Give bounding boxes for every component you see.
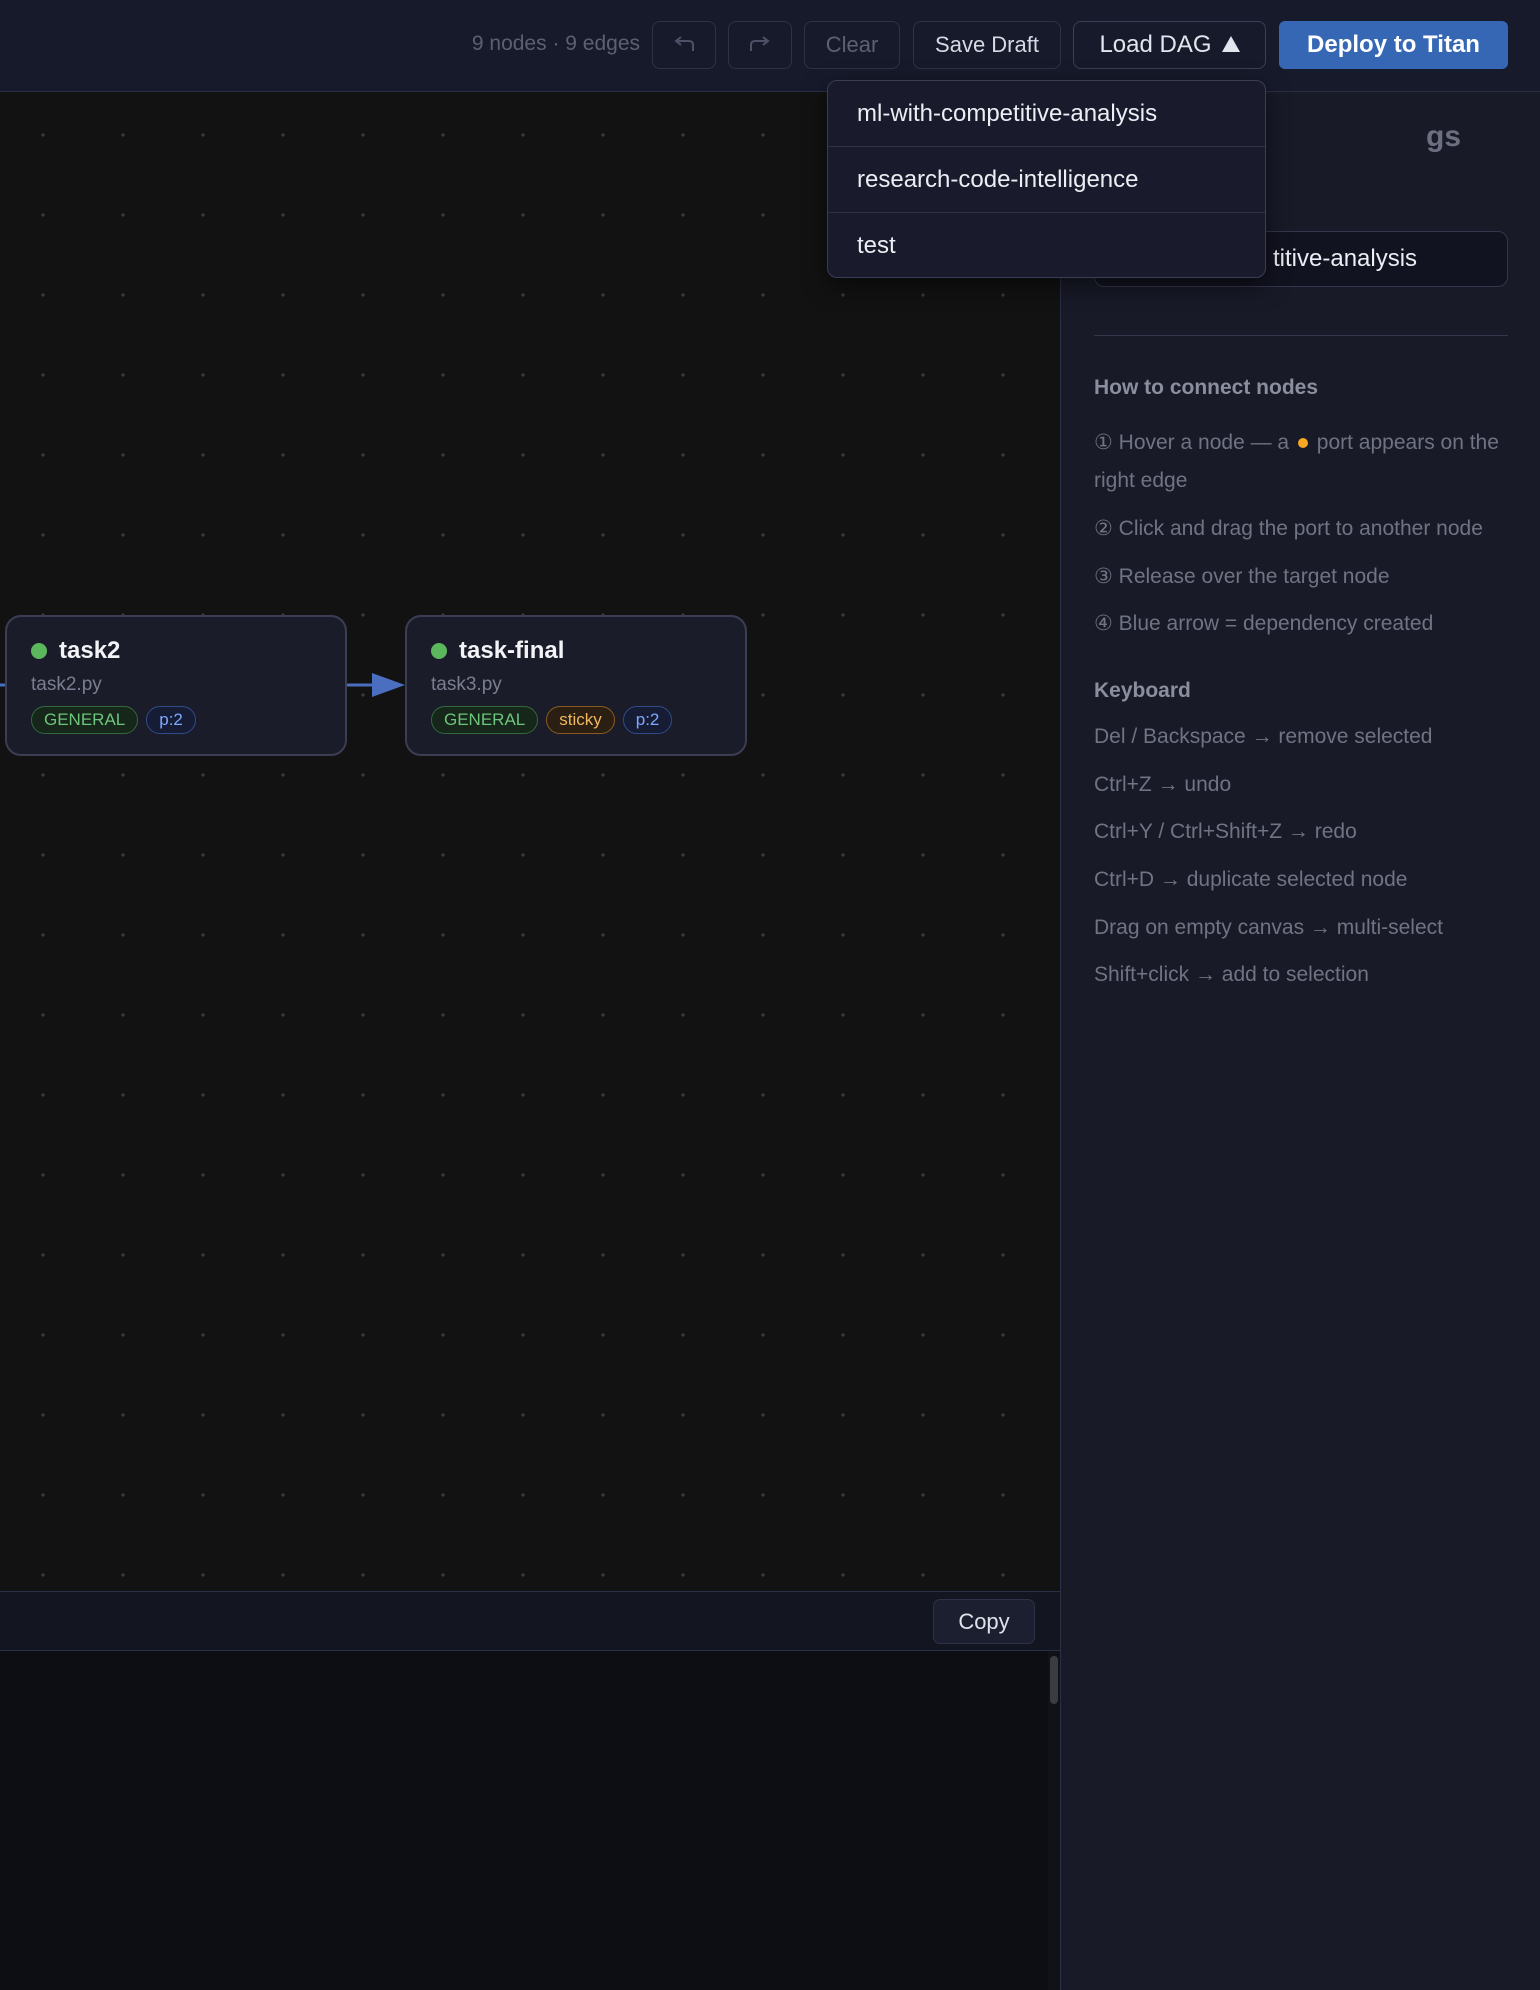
connect-help-title: How to connect nodes — [1094, 376, 1319, 399]
tag-priority: p:2 — [146, 706, 196, 734]
shortcut-item: Del / Backspace → remove selected — [1094, 725, 1433, 748]
load-dag-menu: ml-with-competitive-analysis research-co… — [827, 80, 1266, 278]
scrollbar-thumb[interactable] — [1050, 1656, 1058, 1704]
node-title: task-final — [459, 637, 565, 664]
node-file: task3.py — [431, 674, 502, 695]
deploy-button[interactable]: Deploy to Titan — [1279, 21, 1508, 69]
tag-priority: p:2 — [622, 706, 673, 734]
dag-node-task2[interactable]: task2 task2.py GENERAL p:2 — [5, 615, 347, 756]
node-tags: GENERAL sticky p:2 — [431, 706, 673, 734]
dag-canvas[interactable]: task2 task2.py GENERAL p:2 task-final ta… — [0, 92, 1060, 1591]
edge-arrowhead-icon — [372, 673, 405, 697]
tag-sticky: sticky — [546, 706, 615, 734]
node-tags: GENERAL p:2 — [31, 706, 196, 734]
shortcut-item: Ctrl+D → duplicate selected node — [1094, 868, 1408, 891]
divider — [1094, 335, 1508, 336]
output-panel-header: Copy — [0, 1591, 1060, 1651]
node-file: task2.py — [31, 674, 102, 695]
menu-item-dag[interactable]: ml-with-competitive-analysis — [828, 81, 1265, 147]
connect-step-4: ④ Blue arrow = dependency created — [1094, 612, 1434, 635]
tag-general: GENERAL — [31, 706, 139, 734]
copy-button[interactable]: Copy — [933, 1599, 1035, 1644]
edge-layer — [0, 673, 405, 697]
connect-step-1: ① Hover a node — a port appears on the r… — [1094, 424, 1514, 500]
tag-general: GENERAL — [431, 706, 539, 734]
node-title: task2 — [59, 637, 121, 664]
menu-item-dag[interactable]: test — [828, 213, 1265, 277]
redo-button[interactable] — [728, 21, 792, 69]
connect-step-2: ② Click and drag the port to another nod… — [1094, 517, 1483, 540]
shortcut-item: Ctrl+Y / Ctrl+Shift+Z → redo — [1094, 820, 1357, 843]
shortcut-item: Drag on empty canvas → multi-select — [1094, 916, 1443, 939]
shortcut-item: Shift+click → add to selection — [1094, 963, 1369, 986]
redo-icon — [750, 36, 770, 51]
load-dag-button[interactable]: Load DAG — [1073, 21, 1266, 69]
undo-icon — [674, 36, 694, 51]
top-toolbar: 9 nodes · 9 edges Clear Save Draft Load … — [0, 0, 1540, 92]
output-code-area[interactable] — [0, 1651, 1060, 1990]
connect-step-1-prefix: ① Hover a node — a — [1094, 431, 1290, 454]
settings-sidebar: gs titive-analysis How to connect nodes … — [1060, 92, 1540, 1990]
save-draft-button[interactable]: Save Draft — [913, 21, 1061, 69]
menu-item-dag[interactable]: research-code-intelligence — [828, 147, 1265, 213]
caret-up-icon — [1221, 36, 1240, 52]
status-dot-icon — [431, 643, 447, 659]
connect-step-3: ③ Release over the target node — [1094, 565, 1390, 588]
port-dot-icon — [1297, 438, 1308, 449]
graph-stats: 9 nodes · 9 edges — [471, 32, 640, 55]
sidebar-heading: gs — [1426, 120, 1462, 153]
clear-button[interactable]: Clear — [804, 21, 900, 69]
status-dot-icon — [31, 643, 47, 659]
undo-button[interactable] — [652, 21, 716, 69]
dag-node-task-final[interactable]: task-final task3.py GENERAL sticky p:2 — [405, 615, 747, 756]
keyboard-help-title: Keyboard — [1094, 679, 1191, 702]
shortcut-item: Ctrl+Z → undo — [1094, 773, 1232, 796]
load-dag-label: Load DAG — [1099, 31, 1212, 58]
